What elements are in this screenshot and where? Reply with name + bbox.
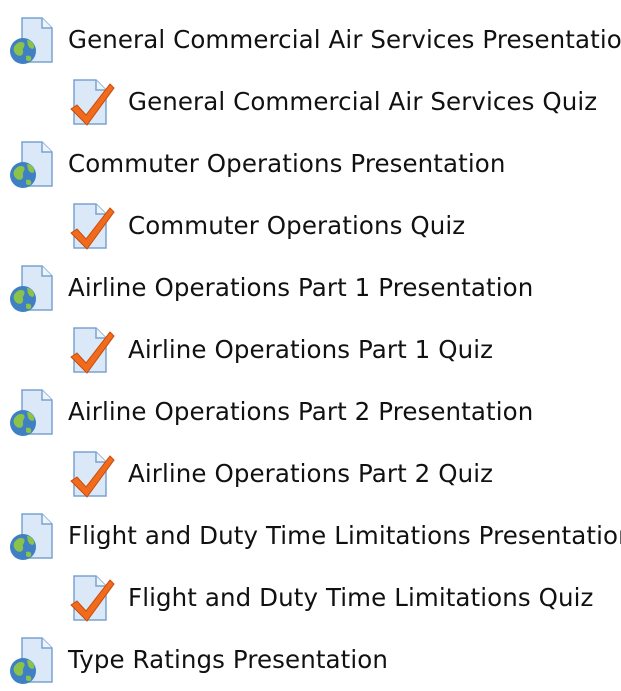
activity-title: Airline Operations Part 2 Presentation	[68, 396, 534, 426]
activity-title: General Commercial Air Services Quiz	[128, 86, 598, 116]
activity-link-quiz[interactable]: Flight and Duty Time Limitations Quiz	[68, 567, 594, 629]
activity-link-quiz[interactable]: Airline Operations Part 1 Quiz	[68, 319, 493, 381]
quiz-checkmark-icon	[68, 325, 116, 375]
quiz-checkmark-icon	[68, 449, 116, 499]
activity-title: Flight and Duty Time Limitations Quiz	[128, 582, 594, 612]
quiz-checkmark-icon	[68, 201, 116, 251]
activity-link-presentation[interactable]: General Commercial Air Services Presenta…	[8, 9, 621, 71]
web-page-globe-icon	[8, 139, 56, 189]
quiz-checkmark-icon	[68, 77, 116, 127]
activity-title: Type Ratings Presentation	[68, 644, 388, 674]
activity-title: Commuter Operations Presentation	[68, 148, 506, 178]
activity-link-presentation[interactable]: Commuter Operations Presentation	[8, 133, 505, 195]
web-page-globe-icon	[8, 15, 56, 65]
activity-link-quiz[interactable]: General Commercial Air Services Quiz	[68, 71, 597, 133]
activity-title: Commuter Operations Quiz	[128, 210, 466, 240]
activity-title: General Commercial Air Services Presenta…	[68, 24, 621, 54]
activity-link-quiz[interactable]: Commuter Operations Quiz	[68, 195, 465, 257]
activity-title: Airline Operations Part 1 Quiz	[128, 334, 494, 364]
activity-link-presentation[interactable]: Airline Operations Part 2 Presentation	[8, 381, 533, 443]
activity-link-presentation[interactable]: Type Ratings Presentation	[8, 629, 388, 691]
activity-title: Airline Operations Part 2 Quiz	[128, 458, 494, 488]
activity-title: Airline Operations Part 1 Presentation	[68, 272, 534, 302]
web-page-globe-icon	[8, 511, 56, 561]
quiz-checkmark-icon	[68, 573, 116, 623]
web-page-globe-icon	[8, 635, 56, 685]
activity-link-presentation[interactable]: Flight and Duty Time Limitations Present…	[8, 505, 621, 567]
activity-link-quiz[interactable]: Airline Operations Part 2 Quiz	[68, 443, 493, 505]
web-page-globe-icon	[8, 387, 56, 437]
activity-title: Flight and Duty Time Limitations Present…	[68, 520, 621, 550]
activity-link-presentation[interactable]: Airline Operations Part 1 Presentation	[8, 257, 533, 319]
web-page-globe-icon	[8, 263, 56, 313]
